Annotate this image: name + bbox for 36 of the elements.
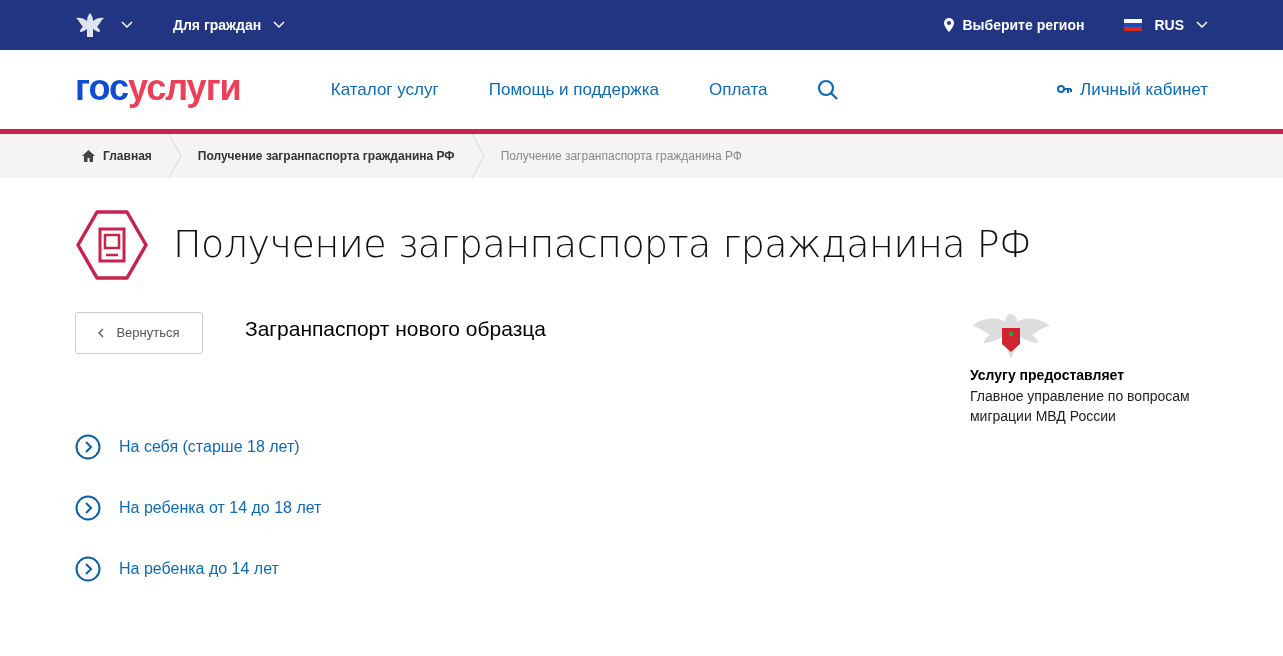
section-subtitle: Загранпаспорт нового образца — [245, 316, 546, 342]
option-link[interactable]: На ребенка до 14 лет — [75, 556, 970, 582]
logo[interactable]: госуслуги — [75, 69, 241, 110]
breadcrumb-link[interactable]: Получение загранпаспорта гражданина РФ — [500, 147, 742, 165]
nav-link[interactable]: Помощь и поддержка — [488, 76, 659, 103]
provider-name: Главное управление по вопросам миграции МВД России — [969, 387, 1191, 426]
eagle-emblem-icon — [75, 11, 105, 39]
breadcrumb-separator-icon — [167, 134, 182, 178]
breadcrumb-link[interactable]: Получение загранпаспорта гражданина РФ — [197, 147, 455, 165]
provider-heading: Услугу предоставляет — [969, 366, 1125, 385]
account-link[interactable]: Личный кабинет — [1057, 76, 1208, 103]
chevron-circle-icon — [75, 556, 101, 582]
chevron-circle-icon — [75, 434, 101, 460]
nav-link[interactable]: Каталог услуг — [330, 76, 439, 103]
emblem-menu-button[interactable] — [75, 11, 133, 39]
nav-link[interactable]: Оплата — [709, 76, 768, 103]
flag-icon — [1124, 19, 1143, 31]
option-link[interactable]: На ребенка от 14 до 18 лет — [75, 495, 970, 521]
section-dropdown[interactable]: Для граждан — [173, 14, 286, 36]
chevron-left-icon — [98, 328, 105, 338]
chevron-circle-icon — [75, 495, 101, 521]
chevron-down-icon — [121, 21, 133, 29]
region-button[interactable]: Выберите регион — [944, 14, 1085, 36]
language-dropdown[interactable]: RUS — [1124, 14, 1208, 36]
key-icon — [1057, 85, 1073, 94]
chevron-down-icon — [273, 21, 286, 29]
location-pin-icon — [944, 18, 955, 32]
search-icon[interactable] — [817, 78, 840, 101]
option-link[interactable]: На себя (старше 18 лет) — [75, 434, 970, 460]
back-button[interactable]: Вернуться — [75, 312, 203, 354]
page-title: Получение загранпаспорта гражданина РФ — [173, 221, 1032, 269]
passport-hexagon-icon — [75, 208, 149, 282]
chevron-down-icon — [1196, 21, 1208, 29]
breadcrumb-link[interactable]: Главная — [82, 147, 152, 165]
breadcrumb-separator-icon — [470, 134, 485, 178]
home-icon — [82, 150, 95, 162]
